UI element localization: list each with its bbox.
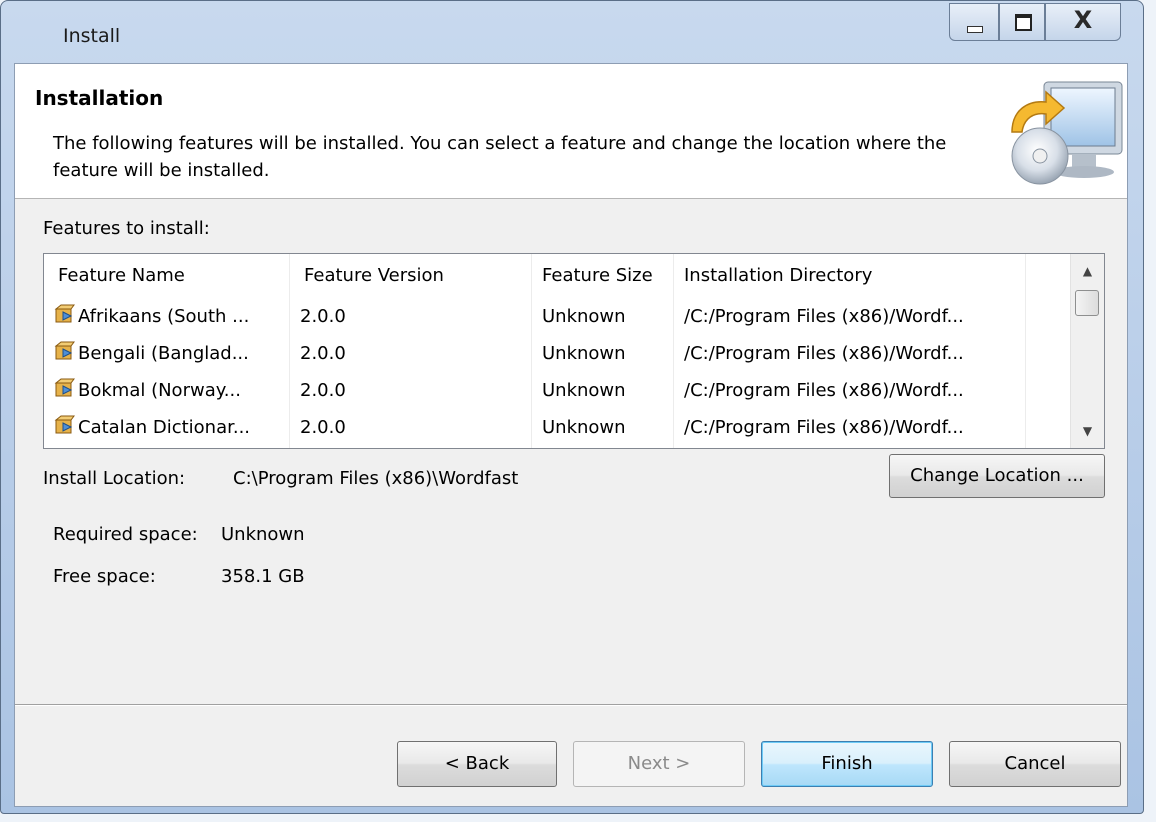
feature-package-icon: [54, 415, 75, 434]
feature-package-icon: [54, 341, 75, 360]
free-space-value: 358.1 GB: [221, 566, 305, 587]
feature-name: Bokmal (Norway...: [78, 380, 241, 401]
feature-package-icon: [54, 304, 75, 323]
table-row[interactable]: Bokmal (Norway... 2.0.0 Unknown /C:/Prog…: [44, 372, 1070, 409]
back-button[interactable]: < Back: [397, 741, 557, 787]
feature-name: Catalan Dictionar...: [78, 417, 251, 438]
maximize-icon: [1015, 14, 1032, 31]
feature-version: 2.0.0: [300, 417, 346, 438]
page-title: Installation: [35, 86, 164, 110]
table-row[interactable]: Afrikaans (South ... 2.0.0 Unknown /C:/P…: [44, 298, 1070, 335]
feature-size: Unknown: [542, 417, 626, 438]
required-space-label: Required space:: [53, 524, 198, 545]
install-location-label: Install Location:: [43, 468, 186, 489]
next-button[interactable]: Next >: [573, 741, 745, 787]
finish-button[interactable]: Finish: [761, 741, 933, 787]
close-button[interactable]: X: [1045, 3, 1121, 41]
window-title: Install: [63, 25, 121, 47]
feature-size: Unknown: [542, 380, 626, 401]
change-location-button[interactable]: Change Location ...: [889, 454, 1105, 498]
close-icon: X: [1073, 6, 1093, 34]
feature-version: 2.0.0: [300, 380, 346, 401]
footer-divider: [15, 704, 1127, 706]
table-row[interactable]: Catalan Dictionar... 2.0.0 Unknown /C:/P…: [44, 409, 1070, 446]
column-header-feature-size[interactable]: Feature Size: [532, 254, 674, 298]
maximize-button[interactable]: [999, 3, 1045, 41]
feature-package-icon: [54, 378, 75, 397]
required-space-value: Unknown: [221, 524, 305, 545]
scroll-down-arrow-icon[interactable]: ▼: [1071, 414, 1104, 448]
feature-name-cell: Bokmal (Norway...: [54, 372, 288, 409]
feature-version: 2.0.0: [300, 306, 346, 327]
page-description: The following features will be installed…: [53, 133, 947, 181]
cancel-button[interactable]: Cancel: [949, 741, 1121, 787]
feature-name-cell: Afrikaans (South ...: [54, 298, 288, 335]
minimize-icon: [967, 26, 983, 33]
free-space-label: Free space:: [53, 566, 156, 587]
feature-directory: /C:/Program Files (x86)/Wordf...: [684, 417, 964, 438]
minimize-button[interactable]: [949, 3, 999, 41]
features-label: Features to install:: [43, 218, 210, 239]
feature-size: Unknown: [542, 306, 626, 327]
feature-name-cell: Bengali (Banglad...: [54, 335, 288, 372]
column-header-filler: [1026, 254, 1070, 298]
column-header-feature-name[interactable]: Feature Name: [44, 254, 290, 298]
table-row[interactable]: Bengali (Banglad... 2.0.0 Unknown /C:/Pr…: [44, 335, 1070, 372]
dialog-content: Installation The following features will…: [14, 63, 1128, 807]
install-location-value: C:\Program Files (x86)\Wordfast: [233, 468, 519, 489]
header-banner: Installation The following features will…: [15, 64, 1127, 199]
vertical-scrollbar[interactable]: ▲ ▼: [1070, 254, 1104, 448]
features-table[interactable]: Feature Name Feature Version Feature Siz…: [43, 253, 1105, 449]
feature-name: Bengali (Banglad...: [78, 343, 249, 364]
scroll-thumb[interactable]: [1075, 290, 1099, 316]
feature-directory: /C:/Program Files (x86)/Wordf...: [684, 343, 964, 364]
feature-size: Unknown: [542, 343, 626, 364]
feature-directory: /C:/Program Files (x86)/Wordf...: [684, 306, 964, 327]
feature-version: 2.0.0: [300, 343, 346, 364]
install-window: Install X Installation The following fea…: [0, 0, 1144, 814]
feature-directory: /C:/Program Files (x86)/Wordf...: [684, 380, 964, 401]
scroll-up-arrow-icon[interactable]: ▲: [1071, 254, 1104, 288]
feature-name-cell: Catalan Dictionar...: [54, 409, 288, 446]
feature-name: Afrikaans (South ...: [78, 306, 250, 327]
column-header-installation-directory[interactable]: Installation Directory: [674, 254, 1026, 298]
column-header-feature-version[interactable]: Feature Version: [290, 254, 532, 298]
title-bar[interactable]: Install X: [1, 1, 1143, 63]
install-computer-icon: [1011, 81, 1123, 185]
